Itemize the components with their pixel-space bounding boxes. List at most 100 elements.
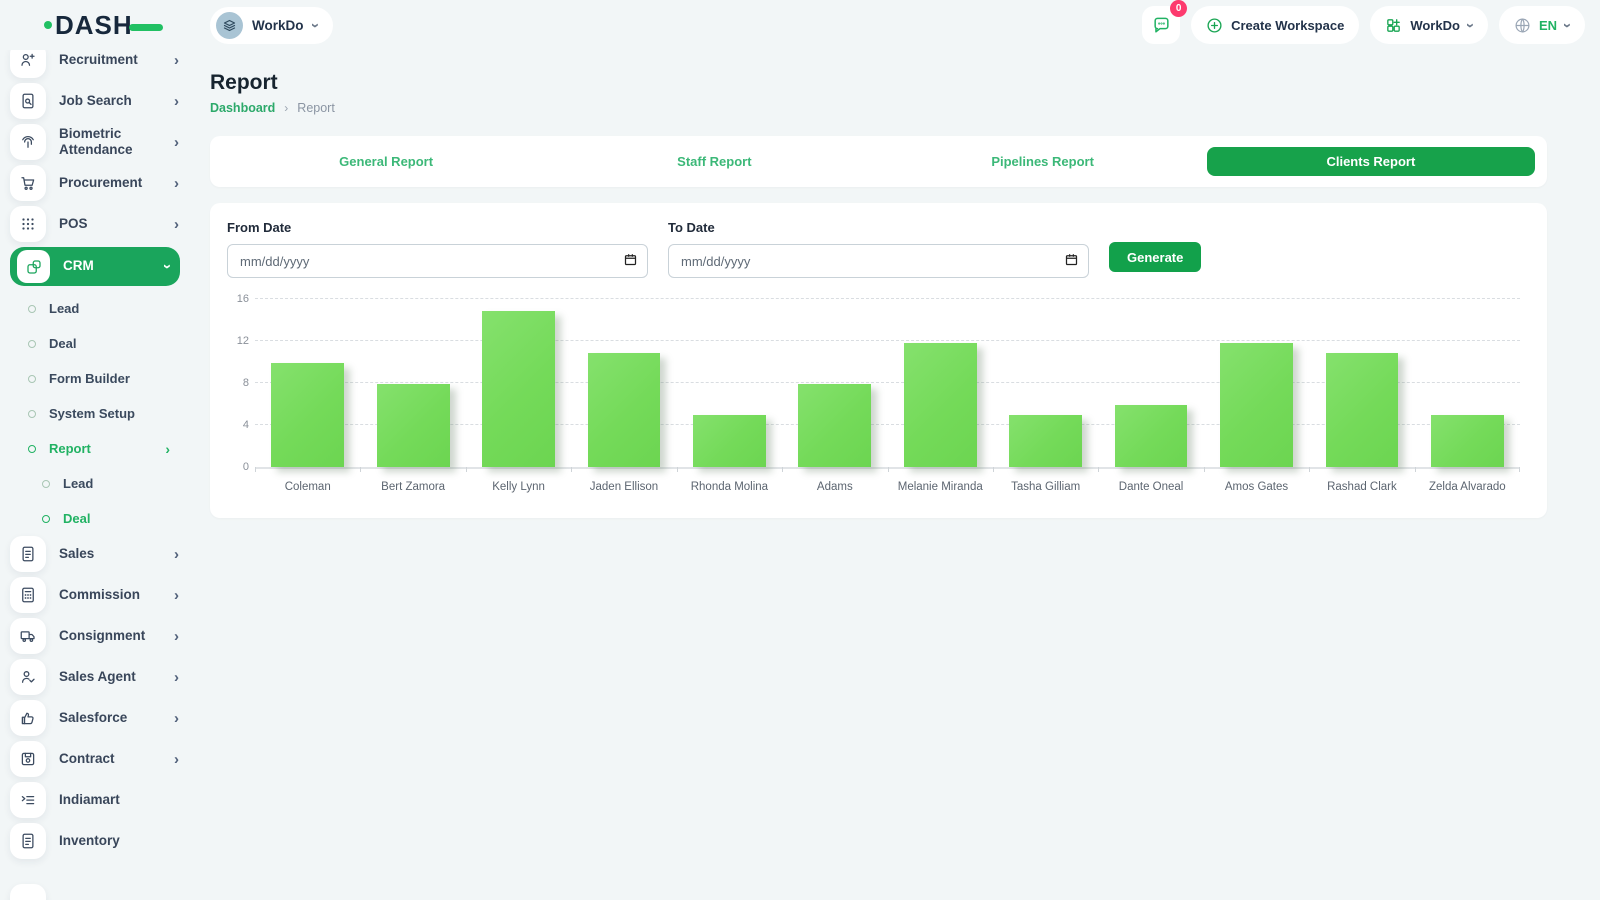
sidebar-item-label: POS bbox=[59, 216, 161, 232]
sidebar-item-indiamart[interactable]: Indiamart bbox=[10, 782, 182, 818]
sidebar-item-pos[interactable]: POS › bbox=[10, 206, 182, 242]
chevron-right-icon: › bbox=[174, 669, 179, 686]
chat-icon bbox=[1152, 16, 1171, 35]
x-axis-label: Tasha Gilliam bbox=[993, 481, 1098, 493]
sidebar-item-inventory[interactable]: Inventory bbox=[10, 823, 182, 859]
sidebar-nav: Recruitment›Job Search›Biometric Attenda… bbox=[0, 50, 196, 900]
chevron-right-icon: › bbox=[165, 441, 170, 457]
biometric-icon bbox=[10, 124, 46, 160]
sidebar-item-commission[interactable]: Commission› bbox=[10, 577, 182, 613]
clients-bar-chart: 0481216 ColemanBert ZamoraKelly LynnJade… bbox=[227, 301, 1530, 501]
consignment-icon bbox=[10, 618, 46, 654]
chevron-right-icon: › bbox=[174, 52, 179, 69]
chevron-right-icon: › bbox=[284, 101, 288, 115]
tab-staff-report[interactable]: Staff Report bbox=[550, 147, 878, 176]
bar-group-adams bbox=[782, 301, 887, 467]
chevron-down-icon: › bbox=[1560, 23, 1575, 28]
x-axis-label: Amos Gates bbox=[1204, 481, 1309, 493]
tab-general-report[interactable]: General Report bbox=[222, 147, 550, 176]
sidebar-subitem-label: Deal bbox=[49, 336, 76, 351]
messages-button[interactable]: 0 bbox=[1142, 6, 1180, 44]
breadcrumb-current: Report bbox=[297, 101, 335, 115]
chevron-right-icon: › bbox=[174, 216, 179, 233]
y-axis-tick-label: 0 bbox=[227, 461, 249, 473]
workdo-menu-button[interactable]: WorkDo › bbox=[1370, 6, 1488, 44]
workdo-menu-label: WorkDo bbox=[1410, 18, 1460, 33]
create-workspace-button[interactable]: Create Workspace bbox=[1191, 6, 1359, 44]
workspace-name: WorkDo bbox=[252, 18, 304, 33]
bar-rashad-clark bbox=[1326, 353, 1399, 467]
chevron-right-icon: › bbox=[174, 628, 179, 645]
logo-dash-icon bbox=[129, 24, 163, 31]
sidebar-item-consignment[interactable]: Consignment› bbox=[10, 618, 182, 654]
chart-plot-area: 0481216 bbox=[255, 301, 1520, 469]
sidebar-item-sales-agent[interactable]: Sales Agent› bbox=[10, 659, 182, 695]
logo[interactable]: DASH bbox=[0, 10, 210, 41]
sidebar-subitem-lead[interactable]: Lead bbox=[28, 291, 170, 326]
sidebar-item-sales[interactable]: Sales › bbox=[10, 536, 182, 572]
chevron-right-icon: › bbox=[174, 587, 179, 604]
tab-clients-report[interactable]: Clients Report bbox=[1207, 147, 1535, 176]
crm-icon bbox=[17, 250, 50, 283]
chevron-right-icon: › bbox=[174, 710, 179, 727]
sidebar-item-label: Sales bbox=[59, 546, 161, 562]
from-date-input[interactable] bbox=[227, 244, 648, 278]
x-axis-label: Melanie Miranda bbox=[888, 481, 993, 493]
sidebar-subitem-deal[interactable]: Deal bbox=[28, 326, 170, 361]
gridline bbox=[255, 298, 1520, 299]
sidebar-item-recruitment[interactable]: Recruitment › bbox=[10, 50, 182, 78]
sidebar-item-job-search[interactable]: Job Search› bbox=[10, 83, 182, 119]
bar-group-coleman bbox=[255, 301, 360, 467]
bar-bert-zamora bbox=[377, 384, 450, 467]
sidebar-item-procurement[interactable]: Procurement› bbox=[10, 165, 182, 201]
chevron-down-icon: › bbox=[1463, 23, 1478, 28]
bullet-icon bbox=[28, 410, 36, 418]
sidebar-submenu-crm: LeadDealForm BuilderSystem SetupReport›L… bbox=[0, 291, 196, 536]
sidebar-subsubitem-lead[interactable]: Lead bbox=[42, 466, 170, 501]
chevron-down-icon: › bbox=[159, 264, 176, 269]
y-axis-tick-label: 4 bbox=[227, 419, 249, 431]
sidebar-item-crm[interactable]: CRM› bbox=[10, 247, 180, 286]
x-axis-label: Bert Zamora bbox=[360, 481, 465, 493]
sidebar-item-label: Recruitment bbox=[59, 52, 161, 68]
bar-group-bert-zamora bbox=[360, 301, 465, 467]
sidebar-item-contract[interactable]: Contract › bbox=[10, 741, 182, 777]
breadcrumb-dashboard-link[interactable]: Dashboard bbox=[210, 101, 275, 115]
workspace-switcher[interactable]: WorkDo › bbox=[210, 7, 333, 44]
x-axis-label: Rashad Clark bbox=[1309, 481, 1414, 493]
sidebar-subitem-form-builder[interactable]: Form Builder bbox=[28, 361, 170, 396]
generate-button[interactable]: Generate bbox=[1109, 242, 1201, 272]
x-axis-tick bbox=[888, 467, 889, 472]
to-date-input[interactable] bbox=[668, 244, 1089, 278]
sidebar-subitem-report[interactable]: Report› bbox=[28, 431, 170, 466]
commission-icon bbox=[10, 577, 46, 613]
x-axis-label: Coleman bbox=[255, 481, 360, 493]
grid-plus-icon bbox=[1385, 17, 1402, 34]
bar-melanie-miranda bbox=[904, 343, 977, 468]
indiamart-icon bbox=[10, 782, 46, 818]
x-axis-label: Jaden Ellison bbox=[571, 481, 676, 493]
bullet-icon bbox=[28, 340, 36, 348]
bullet-icon bbox=[28, 305, 36, 313]
x-axis-tick bbox=[360, 467, 361, 472]
sidebar-item-label: Job Search bbox=[59, 93, 161, 109]
chevron-down-icon: › bbox=[308, 23, 323, 28]
sidebar-item-biometric-attendance[interactable]: Biometric Attendance› bbox=[10, 124, 182, 160]
tab-pipelines-report[interactable]: Pipelines Report bbox=[879, 147, 1207, 176]
x-axis-tick bbox=[677, 467, 678, 472]
sidebar-item-salesforce[interactable]: Salesforce› bbox=[10, 700, 182, 736]
bar-group-kelly-lynn bbox=[466, 301, 571, 467]
sidebar-item-label: Contract bbox=[59, 751, 161, 767]
bar-group-zelda-alvarado bbox=[1415, 301, 1520, 467]
x-axis-label: Zelda Alvarado bbox=[1415, 481, 1520, 493]
chevron-right-icon: › bbox=[174, 546, 179, 563]
sidebar-item-partial bbox=[10, 884, 46, 900]
bar-group-tasha-gilliam bbox=[993, 301, 1098, 467]
sidebar-subitem-system-setup[interactable]: System Setup bbox=[28, 396, 170, 431]
bar-kelly-lynn bbox=[482, 311, 555, 467]
sidebar-subsubitem-deal[interactable]: Deal bbox=[42, 501, 170, 536]
language-selector[interactable]: EN › bbox=[1499, 6, 1585, 44]
pos-icon bbox=[10, 206, 46, 242]
procurement-icon bbox=[10, 165, 46, 201]
chevron-right-icon: › bbox=[174, 751, 179, 768]
